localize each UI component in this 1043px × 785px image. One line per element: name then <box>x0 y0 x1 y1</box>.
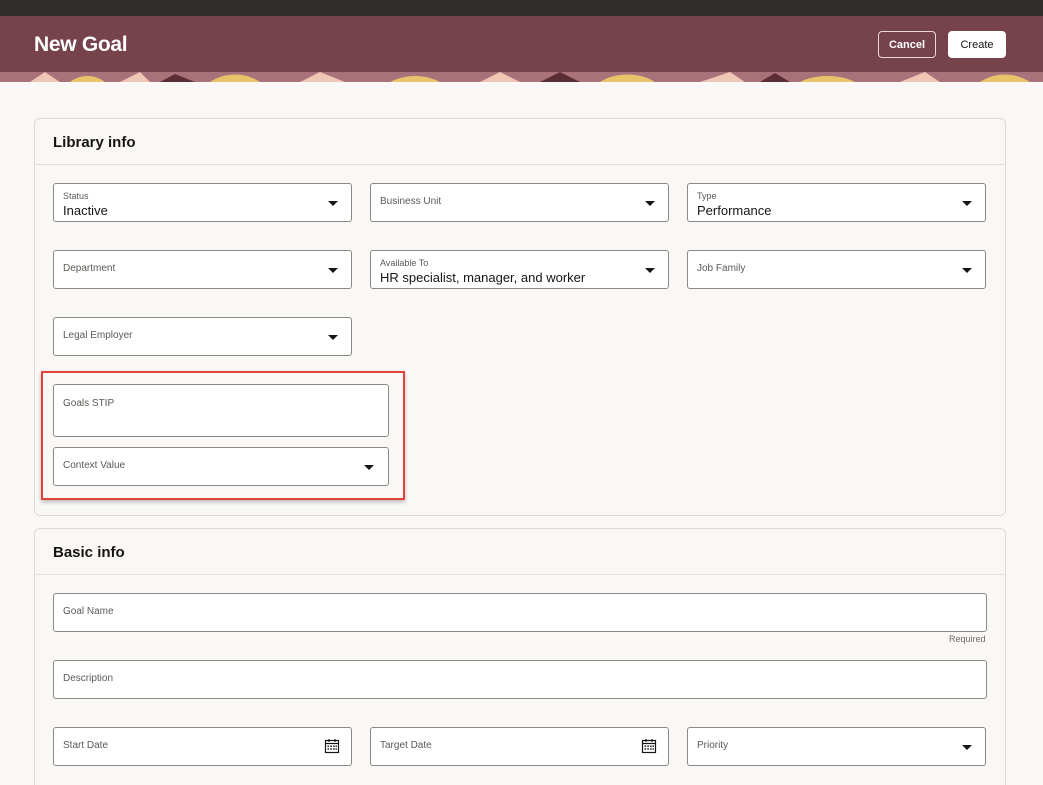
available-to-select[interactable]: Available To HR specialist, manager, and… <box>370 250 669 289</box>
department-label: Department <box>63 263 116 274</box>
page-title: New Goal <box>34 33 128 56</box>
description-input[interactable]: Description <box>53 660 987 699</box>
status-label: Status <box>63 191 89 201</box>
context-value-label: Context Value <box>63 460 126 471</box>
type-label: Type <box>697 191 717 201</box>
goals-stip-input[interactable]: Goals STIP <box>53 384 389 437</box>
type-value: Performance <box>697 203 772 218</box>
library-info-title: Library info <box>53 134 136 151</box>
chevron-down-icon <box>328 200 338 206</box>
legal-employer-label: Legal Employer <box>63 330 133 341</box>
start-date-input[interactable]: Start Date <box>53 727 352 766</box>
goal-name-label: Goal Name <box>63 606 114 617</box>
basic-info-header: Basic info <box>35 529 1005 575</box>
basic-info-title: Basic info <box>53 544 125 561</box>
priority-label: Priority <box>697 740 729 751</box>
chevron-down-icon <box>645 200 655 206</box>
available-to-value: HR specialist, manager, and worker <box>380 270 586 285</box>
top-system-bar <box>0 0 1043 16</box>
start-date-label: Start Date <box>63 740 109 751</box>
calendar-icon[interactable] <box>324 738 340 754</box>
chevron-down-icon <box>962 267 972 273</box>
goal-name-input[interactable]: Goal Name <box>53 593 987 632</box>
page-header: New Goal Cancel Create <box>0 16 1043 82</box>
create-button[interactable]: Create <box>948 31 1006 58</box>
context-value-select[interactable]: Context Value <box>53 447 389 486</box>
priority-select[interactable]: Priority <box>687 727 986 766</box>
description-label: Description <box>63 673 114 684</box>
legal-employer-select[interactable]: Legal Employer <box>53 317 352 356</box>
business-unit-label: Business Unit <box>380 196 442 207</box>
chevron-down-icon <box>962 744 972 750</box>
header-decorative-pattern <box>0 72 1043 82</box>
goal-name-required-hint: Required <box>949 634 986 644</box>
calendar-icon[interactable] <box>641 738 657 754</box>
target-date-input[interactable]: Target Date <box>370 727 669 766</box>
chevron-down-icon <box>364 464 374 470</box>
available-to-label: Available To <box>380 258 429 268</box>
chevron-down-icon <box>645 267 655 273</box>
cancel-button[interactable]: Cancel <box>878 31 936 58</box>
type-select[interactable]: Type Performance <box>687 183 986 222</box>
department-select[interactable]: Department <box>53 250 352 289</box>
business-unit-select[interactable]: Business Unit <box>370 183 669 222</box>
status-select[interactable]: Status Inactive <box>53 183 352 222</box>
chevron-down-icon <box>328 334 338 340</box>
status-value: Inactive <box>63 203 108 218</box>
chevron-down-icon <box>328 267 338 273</box>
goals-stip-label: Goals STIP <box>63 398 115 409</box>
target-date-label: Target Date <box>380 740 432 751</box>
library-info-header: Library info <box>35 119 1005 165</box>
job-family-select[interactable]: Job Family <box>687 250 986 289</box>
job-family-label: Job Family <box>697 263 746 274</box>
chevron-down-icon <box>962 200 972 206</box>
